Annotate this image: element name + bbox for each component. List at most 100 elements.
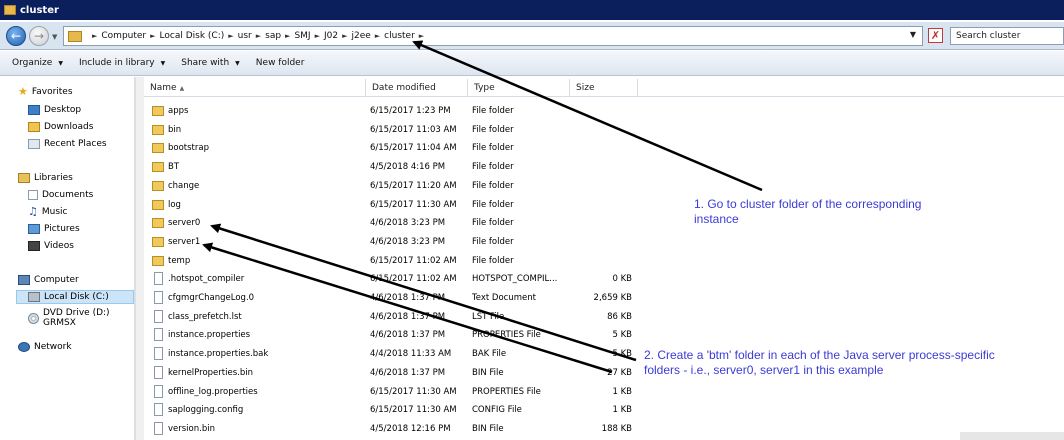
nav-libraries[interactable]: Libraries [18, 173, 73, 183]
horizontal-scrollbar[interactable] [960, 432, 1064, 440]
annotation-step2-line2: folders - i.e., server0, server1 in this… [644, 363, 884, 377]
breadcrumb-computer[interactable]: Computer [101, 31, 146, 41]
file-icon [154, 421, 163, 435]
search-input[interactable]: Search cluster [950, 27, 1064, 45]
file-size: 27 KB [607, 367, 632, 378]
column-header-size[interactable]: Size [570, 79, 638, 97]
breadcrumb-local-disk[interactable]: Local Disk (C:) [160, 31, 225, 41]
nav-favorites[interactable]: ★ Favorites [18, 85, 73, 98]
share-with-label: Share with [181, 58, 230, 68]
breadcrumb-j02[interactable]: J02 [324, 31, 338, 41]
address-row: ← → ▼ ► Computer ► Local Disk (C:) ► usr… [0, 22, 1064, 50]
column-header-name[interactable]: Name ▲ [144, 79, 366, 97]
file-row[interactable]: log 6/15/2017 11:30 AM File folder [144, 197, 644, 215]
file-name: saplogging.config [168, 405, 244, 416]
refresh-button[interactable]: ✗ [928, 28, 943, 43]
file-row[interactable]: instance.properties.bak 4/4/2018 11:33 AM… [144, 346, 644, 364]
share-with-button[interactable]: Share with ▼ [181, 58, 240, 68]
file-row[interactable]: offline_log.properties 6/15/2017 11:30 AM… [144, 384, 644, 402]
file-type: File folder [472, 180, 514, 191]
file-size: 188 KB [601, 423, 632, 434]
file-row[interactable]: cfgmgrChangeLog.0 4/6/2018 1:37 PM Text Do… [144, 290, 644, 308]
file-row[interactable]: kernelProperties.bin 4/6/2018 1:37 PM BIN … [144, 365, 644, 383]
column-header-type[interactable]: Type [468, 79, 570, 97]
file-row[interactable]: bin 6/15/2017 11:03 AM File folder [144, 122, 644, 140]
file-row[interactable]: apps 6/15/2017 1:23 PM File folder [144, 103, 644, 121]
breadcrumb-j2ee[interactable]: j2ee [351, 31, 370, 41]
chevron-down-icon: ▼ [58, 59, 63, 67]
file-type: BIN File [472, 367, 504, 378]
nav-computer[interactable]: Computer [18, 275, 79, 285]
nav-item-pictures[interactable]: Pictures [28, 224, 80, 234]
breadcrumb-cluster[interactable]: cluster [384, 31, 415, 41]
column-headers: Name ▲ Date modified Type Size [144, 79, 1064, 97]
file-row[interactable]: .hotspot_compiler 6/15/2017 11:02 AM HOTSP… [144, 271, 644, 289]
chevron-right-icon[interactable]: ► [228, 32, 233, 40]
new-folder-label: New folder [255, 58, 305, 68]
nav-item-label: Videos [44, 241, 74, 251]
nav-network[interactable]: Network [18, 342, 72, 352]
file-row[interactable]: bootstrap 6/15/2017 11:04 AM File folder [144, 140, 644, 158]
include-in-library-button[interactable]: Include in library ▼ [79, 58, 165, 68]
folder-icon [152, 236, 164, 247]
folder-icon [152, 106, 164, 116]
file-row[interactable]: change 6/15/2017 11:20 AM File folder [144, 178, 644, 196]
chevron-right-icon[interactable]: ► [375, 32, 380, 40]
file-row[interactable]: BT 4/5/2018 4:16 PM File folder [144, 159, 644, 177]
chevron-right-icon[interactable]: ► [419, 32, 424, 40]
annotation-step1: 1. Go to cluster folder of the correspon… [694, 197, 921, 227]
nav-item-music[interactable]: ♫ Music [28, 206, 67, 217]
file-date: 6/15/2017 11:03 AM [370, 124, 457, 135]
recent-pages-dropdown-icon[interactable]: ▼ [52, 33, 57, 41]
file-row[interactable]: saplogging.config 6/15/2017 11:30 AM CONFI… [144, 402, 644, 420]
file-date: 6/15/2017 11:30 AM [370, 405, 457, 416]
nav-item-downloads[interactable]: Downloads [28, 122, 93, 132]
address-dropdown-icon[interactable]: ▼ [910, 30, 916, 39]
file-row[interactable]: version.bin 4/5/2018 12:16 PM BIN File 188 … [144, 421, 644, 439]
chevron-right-icon[interactable]: ► [256, 32, 261, 40]
organize-button[interactable]: Organize ▼ [12, 58, 63, 68]
folder-icon [152, 143, 164, 154]
file-date: 6/15/2017 11:02 AM [370, 255, 457, 266]
new-folder-button[interactable]: New folder [256, 58, 305, 68]
nav-item-recent-places[interactable]: Recent Places [28, 139, 107, 149]
breadcrumb-sap[interactable]: sap [265, 31, 281, 41]
chevron-right-icon[interactable]: ► [342, 32, 347, 40]
navigation-scrollbar[interactable] [135, 77, 144, 440]
nav-item-videos[interactable]: Videos [28, 241, 74, 251]
file-type: BAK File [472, 349, 507, 360]
file-row[interactable]: class_prefetch.lst 4/6/2018 1:37 PM LST Fi… [144, 309, 644, 327]
file-date: 4/5/2018 4:16 PM [370, 162, 446, 173]
file-name: server1 [168, 236, 201, 247]
file-name: bin [168, 124, 182, 135]
address-bar[interactable]: ► Computer ► Local Disk (C:) ► usr ► sap… [63, 26, 923, 46]
file-row[interactable]: server0 4/6/2018 3:23 PM File folder [144, 215, 644, 233]
nav-item-documents[interactable]: Documents [28, 190, 93, 200]
chevron-right-icon[interactable]: ► [150, 32, 155, 40]
column-header-date[interactable]: Date modified [366, 79, 468, 97]
window-title: cluster [20, 4, 59, 16]
breadcrumb-smj[interactable]: SMJ [294, 31, 310, 41]
file-row[interactable]: temp 6/15/2017 11:02 AM File folder [144, 253, 644, 271]
file-row[interactable]: server1 4/6/2018 3:23 PM File folder [144, 234, 644, 252]
back-button[interactable]: ← [6, 26, 26, 46]
nav-item-dvd-drive[interactable]: DVD Drive (D:) GRMSX [28, 308, 134, 328]
file-row[interactable]: instance.properties 4/6/2018 1:37 PM PROPE… [144, 327, 644, 345]
file-type: File folder [472, 162, 514, 173]
chevron-right-icon[interactable]: ► [92, 32, 97, 40]
column-date-label: Date modified [372, 83, 436, 93]
nav-item-desktop[interactable]: Desktop [28, 105, 81, 115]
chevron-right-icon[interactable]: ► [315, 32, 320, 40]
forward-button[interactable]: → [29, 26, 49, 46]
file-type: CONFIG File [472, 405, 522, 416]
folder-icon [152, 255, 164, 266]
star-icon: ★ [18, 85, 28, 98]
file-icon [154, 328, 163, 342]
file-date: 6/15/2017 11:30 AM [370, 199, 457, 210]
file-name: .hotspot_compiler [168, 274, 245, 285]
file-name: cfgmgrChangeLog.0 [168, 293, 255, 303]
nav-item-local-disk[interactable]: Local Disk (C:) [16, 290, 134, 304]
chevron-right-icon[interactable]: ► [285, 32, 290, 40]
breadcrumb-usr[interactable]: usr [238, 31, 252, 41]
file-name: version.bin [168, 423, 215, 434]
